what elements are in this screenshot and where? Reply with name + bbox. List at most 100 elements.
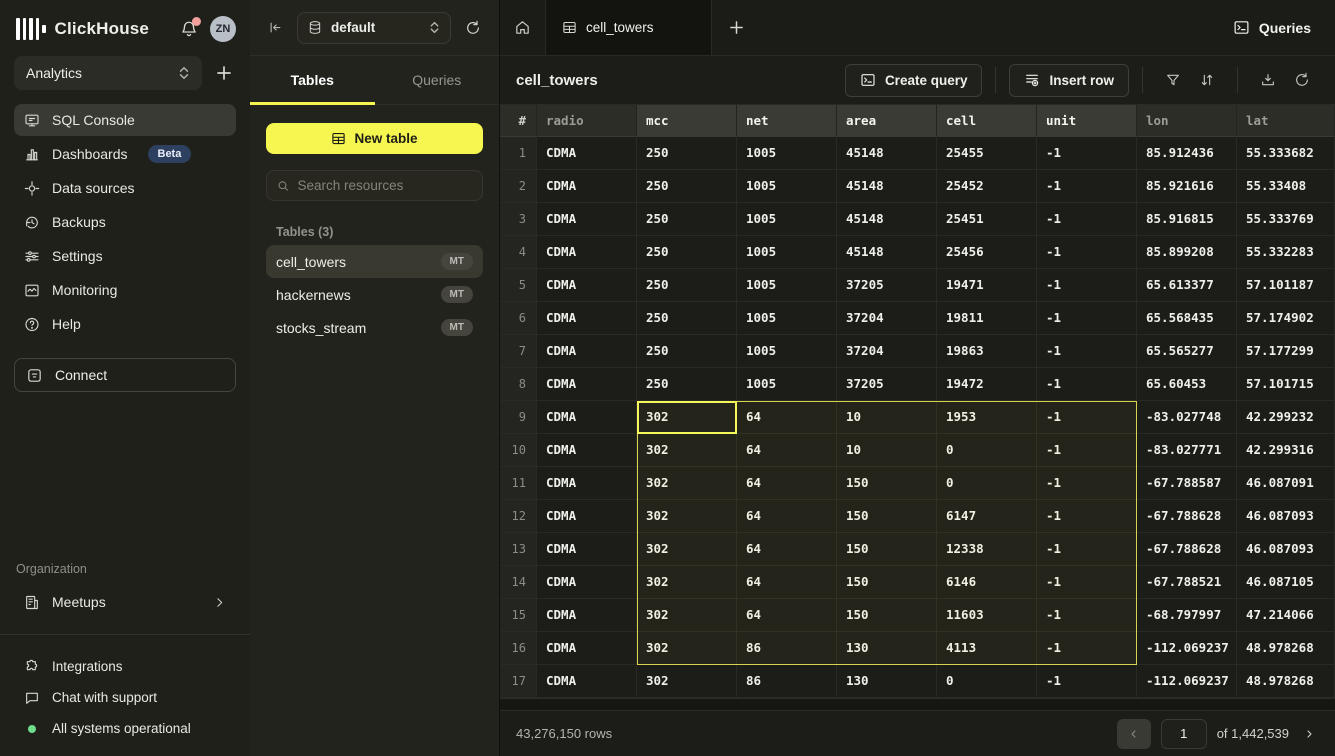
table-cell[interactable]: 250 [637, 137, 737, 170]
table-cell[interactable]: 86 [737, 632, 837, 665]
column-header-lon[interactable]: lon [1137, 105, 1237, 137]
table-cell[interactable]: 12338 [937, 533, 1037, 566]
search-resources-input[interactable] [298, 178, 472, 193]
table-cell[interactable]: -1 [1037, 269, 1137, 302]
row-number[interactable]: 12 [500, 500, 537, 533]
notifications-button[interactable] [180, 20, 198, 38]
row-number[interactable]: 3 [500, 203, 537, 236]
column-header-index[interactable]: # [500, 105, 537, 137]
table-cell[interactable]: 10 [837, 434, 937, 467]
column-header-cell[interactable]: cell [937, 105, 1037, 137]
page-next-button[interactable] [1299, 724, 1319, 744]
table-cell[interactable]: 85.916815 [1137, 203, 1237, 236]
row-number[interactable]: 5 [500, 269, 537, 302]
table-cell[interactable]: 57.174902 [1237, 302, 1335, 335]
download-button[interactable] [1251, 64, 1285, 97]
filter-button[interactable] [1156, 64, 1190, 97]
table-cell[interactable]: CDMA [537, 665, 637, 698]
sidebar-item-data-sources[interactable]: Data sources [14, 172, 236, 204]
table-cell[interactable]: 55.333682 [1237, 137, 1335, 170]
table-cell[interactable]: 64 [737, 434, 837, 467]
table-cell[interactable]: CDMA [537, 500, 637, 533]
table-cell[interactable]: 250 [637, 170, 737, 203]
table-cell[interactable]: CDMA [537, 467, 637, 500]
table-cell[interactable]: 64 [737, 566, 837, 599]
table-cell[interactable]: CDMA [537, 368, 637, 401]
table-cell[interactable]: 57.177299 [1237, 335, 1335, 368]
table-cell[interactable]: 55.333769 [1237, 203, 1335, 236]
table-cell[interactable]: 150 [837, 533, 937, 566]
table-cell[interactable]: CDMA [537, 203, 637, 236]
tab-cell-towers[interactable]: cell_towers [546, 0, 712, 55]
table-cell[interactable]: 19471 [937, 269, 1037, 302]
table-cell[interactable]: 4113 [937, 632, 1037, 665]
table-cell[interactable]: 65.60453 [1137, 368, 1237, 401]
table-cell[interactable]: -1 [1037, 500, 1137, 533]
table-cell[interactable]: 46.087093 [1237, 533, 1335, 566]
table-cell[interactable]: CDMA [537, 599, 637, 632]
table-cell[interactable]: -1 [1037, 566, 1137, 599]
connect-button[interactable]: Connect [14, 358, 236, 392]
table-cell[interactable]: 64 [737, 599, 837, 632]
sidebar-item-backups[interactable]: Backups [14, 206, 236, 238]
table-cell[interactable]: CDMA [537, 269, 637, 302]
table-cell[interactable]: 85.912436 [1137, 137, 1237, 170]
row-number[interactable]: 14 [500, 566, 537, 599]
table-cell[interactable]: 302 [637, 632, 737, 665]
table-cell[interactable]: 64 [737, 533, 837, 566]
column-header-unit[interactable]: unit [1037, 105, 1137, 137]
table-cell[interactable]: 302 [637, 533, 737, 566]
table-cell[interactable]: -67.788628 [1137, 533, 1237, 566]
table-cell[interactable]: CDMA [537, 137, 637, 170]
table-cell[interactable]: -83.027771 [1137, 434, 1237, 467]
table-list-item-cell-towers[interactable]: cell_towers MT [266, 245, 483, 278]
table-cell[interactable]: CDMA [537, 533, 637, 566]
table-cell[interactable]: 57.101715 [1237, 368, 1335, 401]
table-cell[interactable]: 302 [637, 665, 737, 698]
table-cell[interactable]: 1005 [737, 368, 837, 401]
table-cell[interactable]: 42.299316 [1237, 434, 1335, 467]
sidebar-item-settings[interactable]: Settings [14, 240, 236, 272]
table-list-item-hackernews[interactable]: hackernews MT [266, 278, 483, 311]
row-number[interactable]: 7 [500, 335, 537, 368]
table-cell[interactable]: -1 [1037, 335, 1137, 368]
table-cell[interactable]: 1005 [737, 170, 837, 203]
table-cell[interactable]: -1 [1037, 368, 1137, 401]
table-cell[interactable]: CDMA [537, 632, 637, 665]
sidebar-item-monitoring[interactable]: Monitoring [14, 274, 236, 306]
table-cell[interactable]: 37205 [837, 269, 937, 302]
table-cell[interactable]: 25451 [937, 203, 1037, 236]
new-table-button[interactable]: New table [266, 123, 483, 154]
table-cell[interactable]: 48.978268 [1237, 632, 1335, 665]
table-cell[interactable]: 37204 [837, 335, 937, 368]
table-cell[interactable]: 65.565277 [1137, 335, 1237, 368]
table-cell[interactable]: 47.214066 [1237, 599, 1335, 632]
table-cell[interactable]: 25455 [937, 137, 1037, 170]
table-cell[interactable]: 302 [637, 599, 737, 632]
sidebar-item-meetups[interactable]: Meetups [14, 586, 236, 618]
table-cell[interactable]: 1005 [737, 302, 837, 335]
create-query-button[interactable]: Create query [845, 64, 983, 97]
table-cell[interactable]: 86 [737, 665, 837, 698]
row-number[interactable]: 13 [500, 533, 537, 566]
sort-button[interactable] [1190, 64, 1224, 97]
table-cell[interactable]: 57.101187 [1237, 269, 1335, 302]
table-cell[interactable]: 11603 [937, 599, 1037, 632]
refresh-data-button[interactable] [1285, 64, 1319, 97]
table-cell[interactable]: 64 [737, 467, 837, 500]
table-cell[interactable]: 150 [837, 467, 937, 500]
table-cell[interactable]: 150 [837, 599, 937, 632]
table-cell[interactable]: 1005 [737, 236, 837, 269]
avatar[interactable]: ZN [210, 16, 236, 42]
home-tab-button[interactable] [500, 0, 546, 55]
table-cell[interactable]: -112.069237 [1137, 665, 1237, 698]
row-number[interactable]: 16 [500, 632, 537, 665]
table-cell[interactable]: 65.568435 [1137, 302, 1237, 335]
table-cell[interactable]: 250 [637, 236, 737, 269]
new-tab-button[interactable] [712, 0, 760, 55]
table-cell[interactable]: 46.087105 [1237, 566, 1335, 599]
tab-tables[interactable]: Tables [250, 56, 375, 104]
table-cell[interactable]: 1005 [737, 203, 837, 236]
sidebar-item-sql-console[interactable]: SQL Console [14, 104, 236, 136]
table-cell[interactable]: CDMA [537, 236, 637, 269]
